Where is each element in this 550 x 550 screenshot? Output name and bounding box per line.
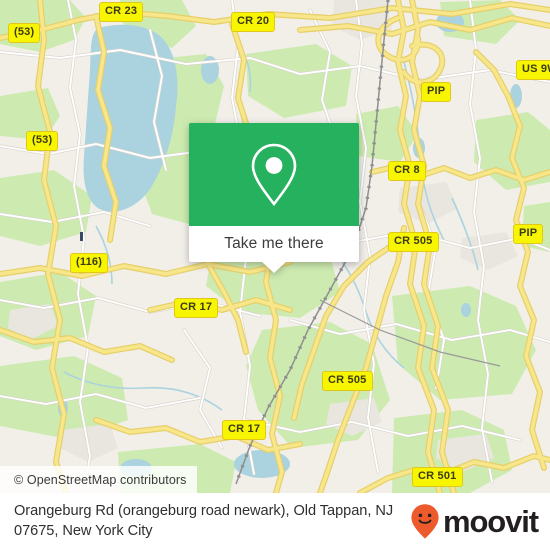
road-shield: CR 501 [412, 467, 463, 487]
map-attribution[interactable]: © OpenStreetMap contributors [0, 466, 197, 493]
moovit-location-page: (53) CR 23 CR 20 US 9W PIP (53) CR 8 PIP… [0, 0, 550, 550]
road-shield: (53) [8, 23, 41, 43]
map-canvas[interactable]: (53) CR 23 CR 20 US 9W PIP (53) CR 8 PIP… [0, 0, 550, 493]
moovit-pin-icon [411, 504, 439, 539]
map-pin-icon [251, 143, 297, 206]
road-shield: CR 8 [388, 161, 426, 181]
road-shield: US 9W [516, 60, 550, 80]
road-shield: (116) [70, 253, 109, 273]
road-shield: CR 17 [222, 420, 267, 440]
popup-tail [261, 261, 287, 273]
road-shield: CR 505 [388, 232, 439, 252]
moovit-wordmark: moovit [442, 504, 539, 539]
moovit-logo[interactable]: moovit [410, 503, 539, 540]
road-shield: PIP [513, 224, 544, 244]
take-me-there-label: Take me there [224, 235, 324, 252]
address-text: Orangeburg Rd (orangeburg road newark), … [14, 502, 394, 539]
road-shield: CR 505 [322, 371, 373, 391]
road-shield: CR 20 [231, 12, 276, 32]
attribution-text: © OpenStreetMap contributors [14, 472, 187, 487]
take-me-there-button[interactable]: Take me there [189, 226, 359, 273]
road-shield: CR 17 [174, 298, 219, 318]
road-shield: PIP [421, 82, 452, 102]
bottom-info-bar: Orangeburg Rd (orangeburg road newark), … [0, 493, 550, 550]
road-shield: (53) [26, 131, 59, 151]
road-shield: CR 23 [99, 2, 144, 22]
location-popup-card[interactable]: Take me there [189, 123, 359, 273]
popup-icon-area [189, 123, 359, 226]
